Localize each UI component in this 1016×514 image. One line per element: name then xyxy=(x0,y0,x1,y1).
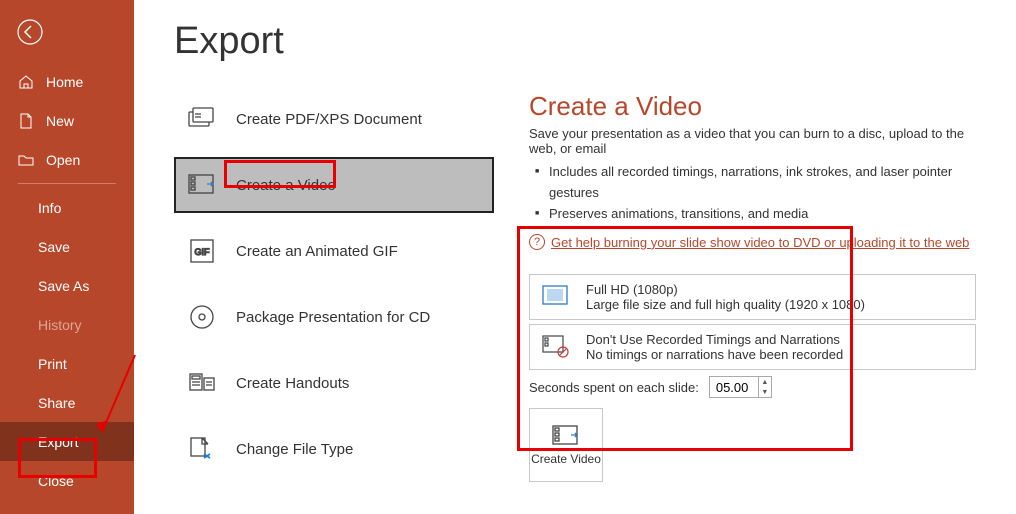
change-type-icon xyxy=(186,433,218,465)
nav-save-as[interactable]: Save As xyxy=(0,266,134,305)
export-handouts[interactable]: Create Handouts xyxy=(174,355,494,411)
back-button[interactable] xyxy=(6,8,54,56)
timings-line2: No timings or narrations have been recor… xyxy=(586,347,843,362)
nav-new-label: New xyxy=(46,113,74,129)
spinner-down[interactable]: ▼ xyxy=(759,387,771,397)
nav-divider xyxy=(18,183,116,184)
export-video-label: Create a Video xyxy=(236,177,336,194)
new-icon xyxy=(18,113,34,129)
nav-open-label: Open xyxy=(46,152,80,168)
spinner-up[interactable]: ▲ xyxy=(759,377,771,387)
handouts-icon xyxy=(186,367,218,399)
page-title: Export xyxy=(174,20,976,63)
video-icon xyxy=(186,169,218,201)
content-panel: Export Create PDF/XPS Document Create a … xyxy=(134,0,1016,514)
export-animated-gif[interactable]: GIF Create an Animated GIF xyxy=(174,223,494,279)
monitor-icon xyxy=(540,281,572,313)
timings-line1: Don't Use Recorded Timings and Narration… xyxy=(586,332,843,347)
nav-share[interactable]: Share xyxy=(0,383,134,422)
export-create-video[interactable]: Create a Video xyxy=(174,157,494,213)
export-pdf-xps[interactable]: Create PDF/XPS Document xyxy=(174,91,494,147)
nav-open[interactable]: Open xyxy=(0,140,134,179)
home-icon xyxy=(18,74,34,90)
export-change-type-label: Change File Type xyxy=(236,441,353,458)
nav-history[interactable]: History xyxy=(0,305,134,344)
help-link[interactable]: Get help burning your slide show video t… xyxy=(551,235,969,250)
seconds-label: Seconds spent on each slide: xyxy=(529,380,699,395)
timings-selector[interactable]: Don't Use Recorded Timings and Narration… xyxy=(529,324,976,370)
nav-close[interactable]: Close xyxy=(0,461,134,500)
svg-text:GIF: GIF xyxy=(195,247,211,257)
export-change-file-type[interactable]: Change File Type xyxy=(174,421,494,477)
nav-home[interactable]: Home xyxy=(0,62,134,101)
detail-desc: Save your presentation as a video that y… xyxy=(529,126,976,156)
create-video-icon xyxy=(551,424,581,448)
detail-bullets: Includes all recorded timings, narration… xyxy=(529,162,976,224)
bullet-1: Includes all recorded timings, narration… xyxy=(529,162,976,204)
pdf-icon xyxy=(186,103,218,135)
nav-save[interactable]: Save xyxy=(0,227,134,266)
export-package-label: Package Presentation for CD xyxy=(236,309,430,326)
gif-icon: GIF xyxy=(186,235,218,267)
detail-panel: Create a Video Save your presentation as… xyxy=(529,91,976,482)
quality-line1: Full HD (1080p) xyxy=(586,282,865,297)
export-pdf-label: Create PDF/XPS Document xyxy=(236,111,422,128)
export-type-list: Create PDF/XPS Document Create a Video G… xyxy=(174,91,494,482)
info-icon: ? xyxy=(529,234,545,250)
bullet-2: Preserves animations, transitions, and m… xyxy=(529,204,976,225)
create-video-button[interactable]: Create Video xyxy=(529,408,603,482)
nav-new[interactable]: New xyxy=(0,101,134,140)
export-gif-label: Create an Animated GIF xyxy=(236,243,398,260)
quality-line2: Large file size and full high quality (1… xyxy=(586,297,865,312)
quality-selector[interactable]: Full HD (1080p) Large file size and full… xyxy=(529,274,976,320)
create-video-label: Create Video xyxy=(531,452,601,466)
nav-print[interactable]: Print xyxy=(0,344,134,383)
backstage-sidebar: Home New Open Info Save Save As History … xyxy=(0,0,134,514)
seconds-input[interactable] xyxy=(710,377,758,397)
seconds-spinner[interactable]: ▲ ▼ xyxy=(709,376,772,398)
export-handouts-label: Create Handouts xyxy=(236,375,349,392)
no-timings-icon xyxy=(540,331,572,363)
nav-info[interactable]: Info xyxy=(0,188,134,227)
nav-home-label: Home xyxy=(46,74,83,90)
cd-icon xyxy=(186,301,218,333)
open-icon xyxy=(18,152,34,168)
detail-title: Create a Video xyxy=(529,91,976,122)
export-package-cd[interactable]: Package Presentation for CD xyxy=(174,289,494,345)
nav-export[interactable]: Export xyxy=(0,422,134,461)
